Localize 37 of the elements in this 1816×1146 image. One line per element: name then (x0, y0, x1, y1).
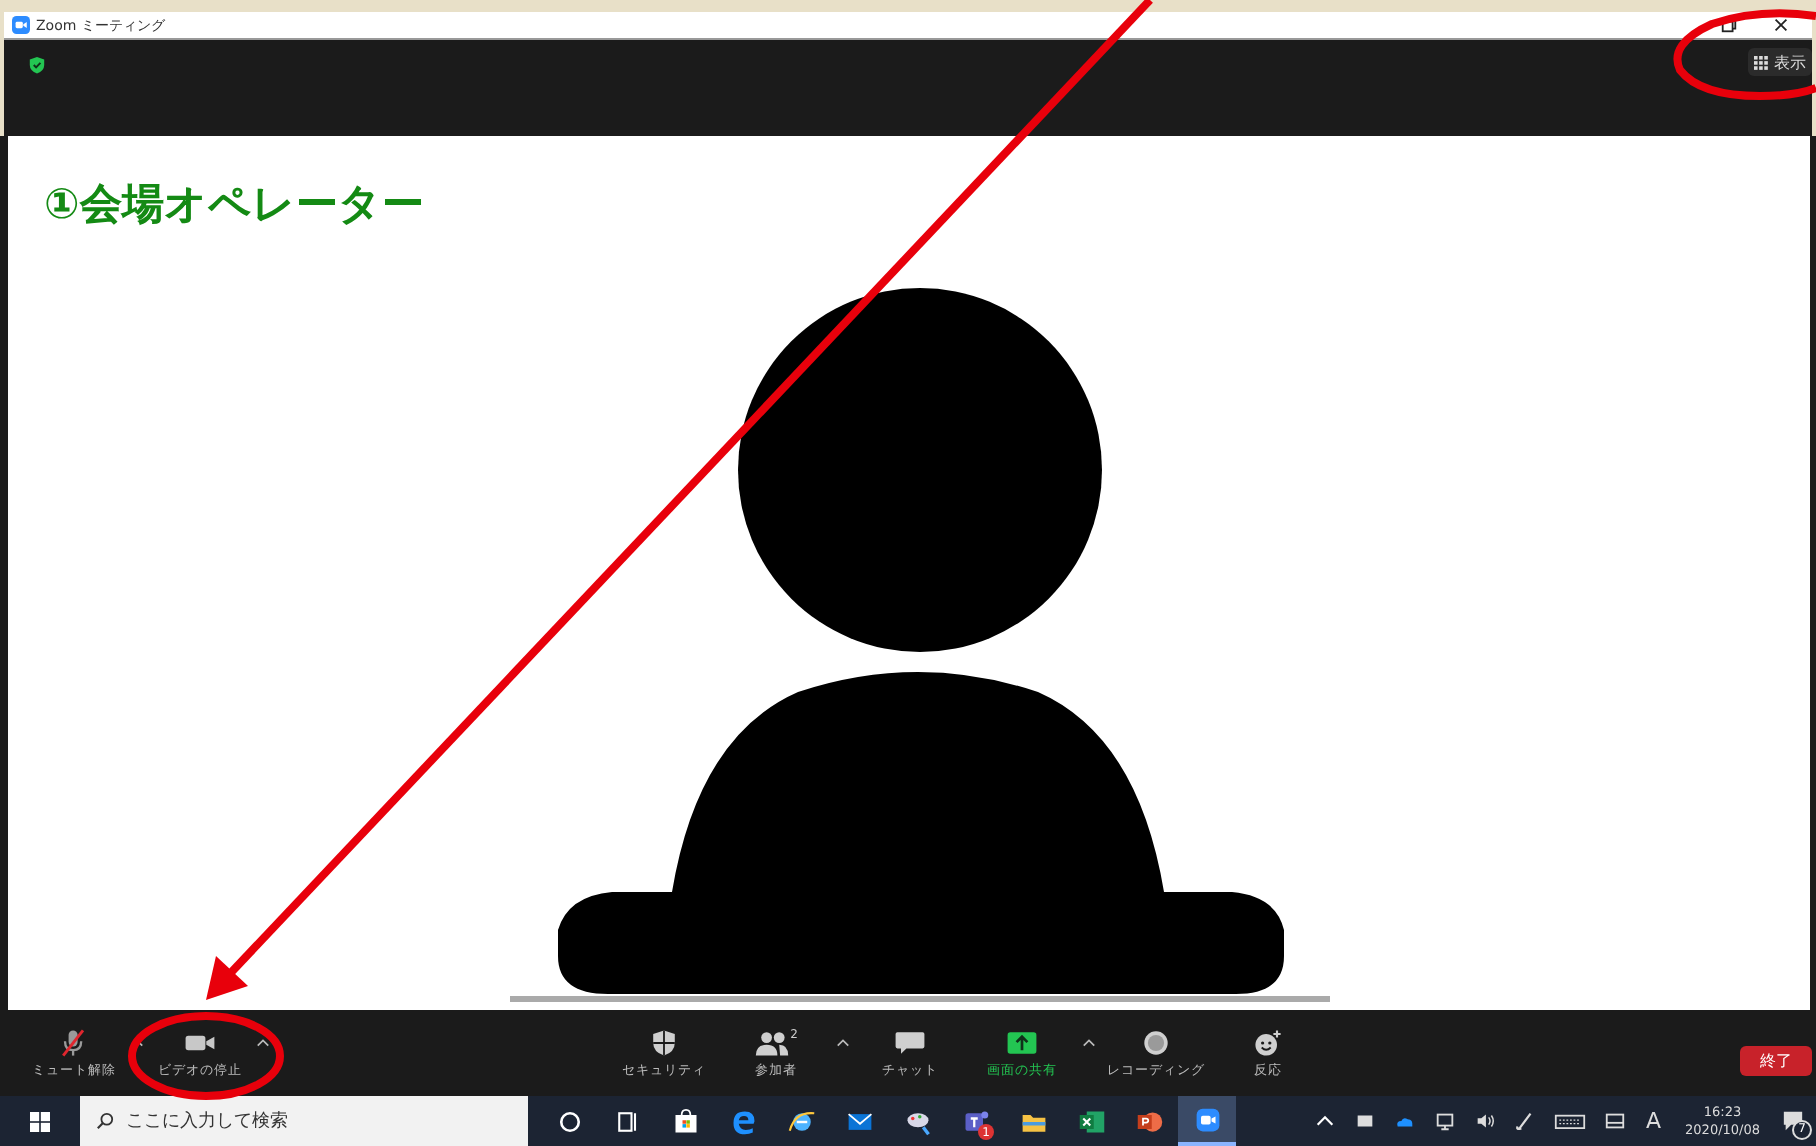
caret-icon[interactable] (836, 1038, 850, 1048)
speaker-icon[interactable] (1473, 1110, 1495, 1132)
store-icon (671, 1107, 699, 1135)
close-icon[interactable] (1772, 16, 1790, 34)
zoom-taskbar-button[interactable] (1178, 1096, 1236, 1146)
zoom-icon (1193, 1105, 1221, 1133)
people-icon (754, 1027, 791, 1057)
end-meeting-button[interactable]: 終了 (1740, 1046, 1812, 1076)
cortana-icon (555, 1107, 583, 1135)
restore-icon[interactable] (1720, 16, 1738, 34)
excel-icon (1077, 1107, 1105, 1135)
tablet-icon[interactable] (1603, 1110, 1625, 1132)
powerpoint-icon (1135, 1107, 1163, 1135)
chat-bubble-icon (892, 1027, 928, 1057)
paint-icon (903, 1107, 931, 1135)
input-method-indicator[interactable]: A (1646, 1108, 1662, 1134)
pen-icon[interactable] (1513, 1110, 1535, 1132)
search-field[interactable]: ここに入力して検索 (80, 1096, 528, 1146)
record-icon (1138, 1027, 1174, 1057)
caret-icon[interactable] (1082, 1038, 1096, 1048)
smiley-plus-icon (1250, 1027, 1286, 1057)
grid-icon (1754, 55, 1768, 69)
shield-icon (28, 56, 46, 74)
participant-name: ①会場オペレーター (44, 178, 424, 232)
edge-icon (729, 1107, 757, 1135)
taskview-icon (613, 1107, 641, 1135)
device-icon[interactable] (1353, 1110, 1375, 1132)
keyboard-icon[interactable] (1553, 1110, 1585, 1132)
share-screen-icon (1004, 1027, 1040, 1057)
caret-icon[interactable] (256, 1038, 270, 1048)
view-button[interactable]: 表示 (1748, 48, 1812, 76)
ie-icon (787, 1107, 815, 1135)
person-silhouette-icon (558, 288, 1284, 994)
windows-start-icon[interactable] (30, 1111, 50, 1131)
network-icon[interactable] (1433, 1110, 1455, 1132)
search-icon (96, 1112, 114, 1130)
teams-icon (961, 1107, 989, 1135)
